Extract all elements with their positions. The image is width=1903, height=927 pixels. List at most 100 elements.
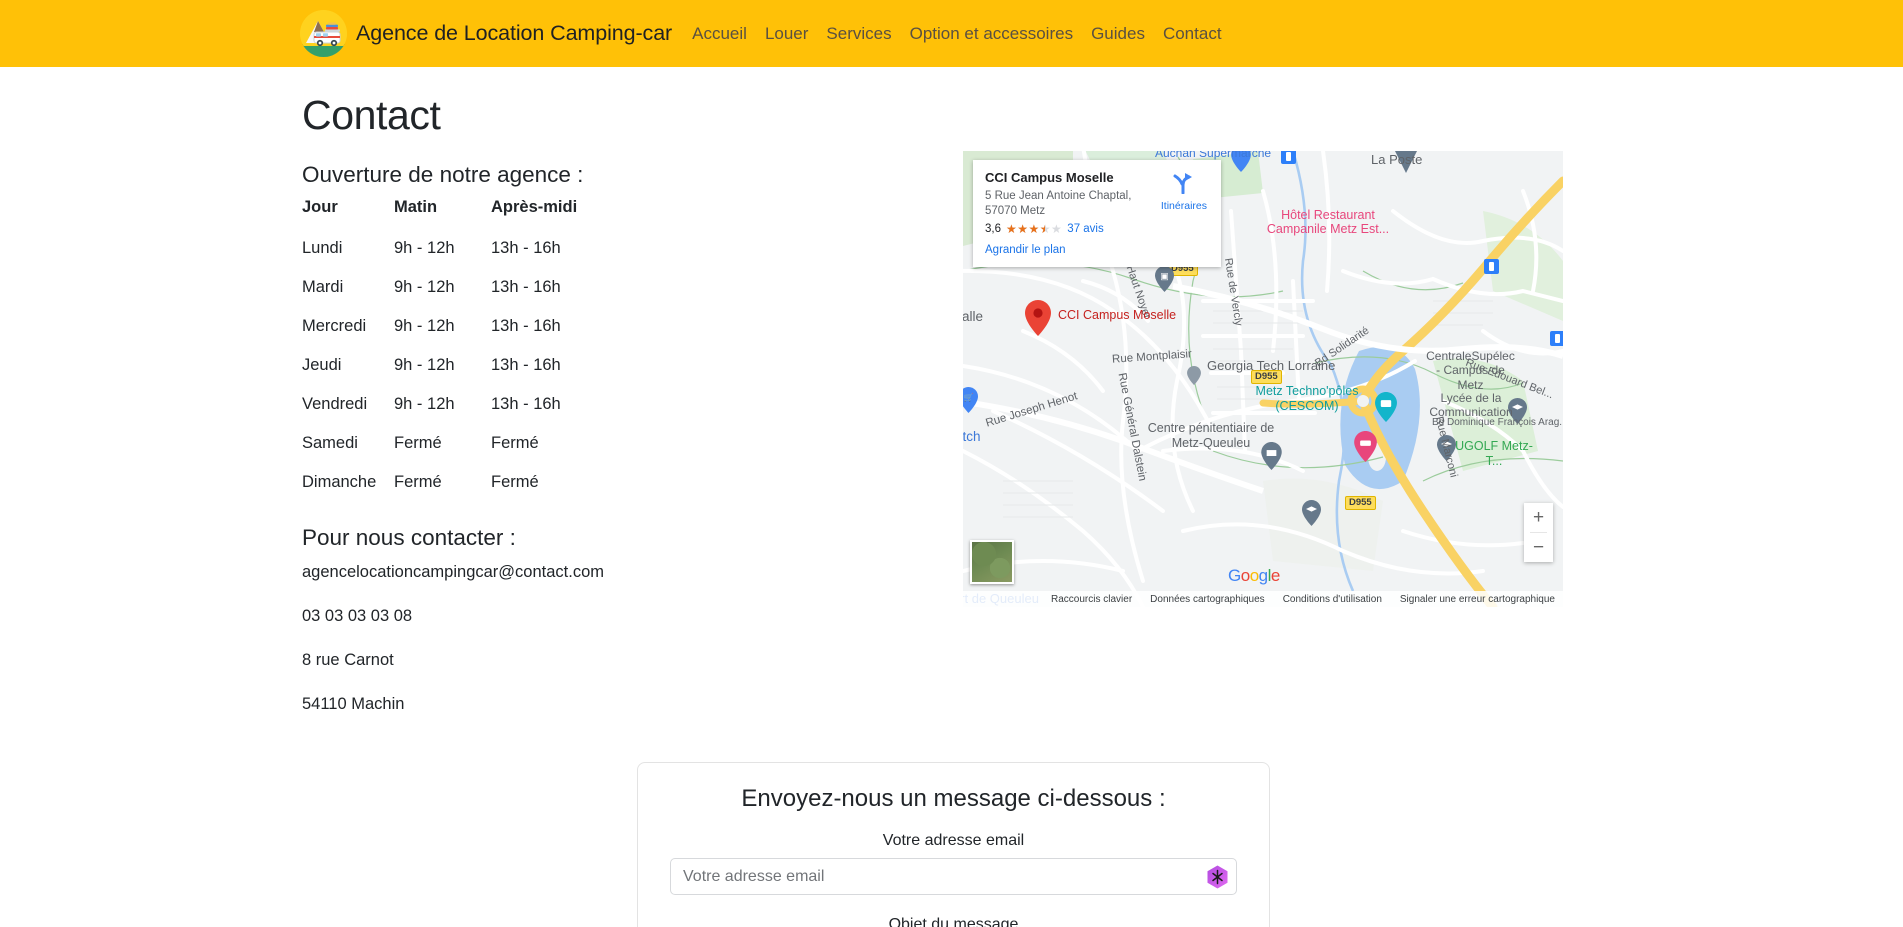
poi-pin-shopping[interactable]: ▣ <box>1155 266 1174 292</box>
form-title: Envoyez-nous un message ci-dessous : <box>741 785 1166 812</box>
nav-item-option-accessoires[interactable]: Option et accessoires <box>910 24 1073 43</box>
reviews-count-link[interactable]: 37 avis <box>1067 223 1103 235</box>
satellite-view-thumbnail[interactable] <box>970 540 1014 584</box>
google-logo-o1: o <box>1240 566 1250 585</box>
poi-pin-hotel[interactable] <box>1354 431 1377 462</box>
table-row: Dimanche Fermé Fermé <box>302 463 732 502</box>
zoom-out-button[interactable]: − <box>1524 533 1553 562</box>
table-row: Jeudi 9h - 12h 13h - 16h <box>302 346 732 385</box>
poi-pin-centre-penitentiaire[interactable] <box>1261 442 1282 470</box>
contact-heading: Pour nous contacter : <box>302 525 516 551</box>
contact-form-card: Envoyez-nous un message ci-dessous : Vot… <box>637 762 1270 927</box>
email-field-label: Votre adresse email <box>882 832 1025 849</box>
directions-arrow-icon <box>1173 173 1192 195</box>
poi-pin-lycee[interactable] <box>1508 398 1527 424</box>
google-logo: Google <box>1228 566 1280 586</box>
nav-item-accueil[interactable]: Accueil <box>692 24 747 43</box>
map-canvas[interactable]: D955 D955 D955 ▣ 🛒 Auchan Supermarché La… <box>963 151 1563 607</box>
cell-day: Mercredi <box>302 317 367 336</box>
svg-text:▣: ▣ <box>1160 271 1169 281</box>
cell-afternoon: 13h - 16h <box>491 356 561 375</box>
google-map-embed[interactable]: D955 D955 D955 ▣ 🛒 Auchan Supermarché La… <box>963 151 1563 607</box>
zoom-in-button[interactable]: + <box>1524 503 1553 532</box>
poi-pin-generic[interactable] <box>1187 366 1201 385</box>
main-navigation: Accueil Louer Services Option et accesso… <box>692 24 1221 44</box>
poi-pin-top[interactable] <box>1231 151 1251 172</box>
svg-text:🛒: 🛒 <box>964 392 974 402</box>
google-logo-e: e <box>1270 566 1280 585</box>
poi-pin-supermarket[interactable]: 🛒 <box>963 387 978 413</box>
cell-afternoon: 13h - 16h <box>491 278 561 297</box>
cell-afternoon: Fermé <box>491 434 539 453</box>
google-logo-o2: o <box>1249 566 1259 585</box>
cell-day: Samedi <box>302 434 358 453</box>
poi-pin-cescom[interactable] <box>1375 392 1397 422</box>
brand-name: Agence de Location Camping-car <box>356 21 673 45</box>
table-header-row: Jour Matin Après-midi <box>302 198 732 229</box>
cell-afternoon: Fermé <box>491 473 539 492</box>
cell-day: Lundi <box>302 239 343 258</box>
col-header-apres-midi: Après-midi <box>491 198 578 217</box>
contact-address-street: 8 rue Carnot <box>302 651 394 670</box>
expand-map-link[interactable]: Agrandir le plan <box>985 244 1209 256</box>
table-row: Mercredi 9h - 12h 13h - 16h <box>302 307 732 346</box>
col-header-matin: Matin <box>394 198 438 217</box>
cell-day: Dimanche <box>302 473 377 492</box>
cell-morning: 9h - 12h <box>394 278 455 297</box>
google-logo-g2: g <box>1258 566 1268 585</box>
terms-link[interactable]: Conditions d'utilisation <box>1283 594 1382 605</box>
highway-shield-d955: D955 <box>1345 496 1376 510</box>
cell-afternoon: 13h - 16h <box>491 239 561 258</box>
poi-pin-centralesupelec[interactable] <box>1437 435 1456 461</box>
nav-item-services[interactable]: Services <box>826 24 891 43</box>
contact-info-column: Contact Ouverture de notre agence : Jour… <box>302 91 862 739</box>
email-field-wrapper <box>670 858 1237 895</box>
cell-morning: Fermé <box>394 473 442 492</box>
site-header: Agence de Location Camping-car Accueil L… <box>0 0 1903 67</box>
poi-pin-la-poste[interactable] <box>1393 151 1419 173</box>
place-address: 5 Rue Jean Antoine Chaptal, 57070 Metz <box>985 190 1132 217</box>
directions-button[interactable]: Itinéraires <box>1161 172 1207 212</box>
camper-van-logo-icon <box>300 10 347 57</box>
nav-item-guides[interactable]: Guides <box>1091 24 1145 43</box>
col-header-jour: Jour <box>302 198 338 217</box>
cell-afternoon: 13h - 16h <box>491 317 561 336</box>
map-place-info-card: CCI Campus Moselle 5 Rue Jean Antoine Ch… <box>973 160 1221 268</box>
contact-address-city: 54110 Machin <box>302 695 405 714</box>
table-row: Samedi Fermé Fermé <box>302 424 732 463</box>
map-marker-cci-campus-moselle[interactable] <box>1025 300 1051 336</box>
cell-day: Mardi <box>302 278 344 297</box>
google-logo-g: G <box>1228 566 1241 585</box>
email-input[interactable] <box>670 858 1237 895</box>
cell-morning: 9h - 12h <box>394 317 455 336</box>
poi-pin-georgia-tech[interactable] <box>1302 500 1321 526</box>
page-title: Contact <box>302 92 441 138</box>
contact-phone: 03 03 03 03 08 <box>302 607 413 626</box>
directions-label: Itinéraires <box>1160 200 1207 212</box>
cell-afternoon: 13h - 16h <box>491 395 561 414</box>
nav-item-contact[interactable]: Contact <box>1163 24 1222 43</box>
map-zoom-controls[interactable]: + − <box>1524 503 1553 562</box>
contact-email: agencelocationcampingcar@contact.com <box>302 563 604 582</box>
cell-morning: 9h - 12h <box>394 356 455 375</box>
password-manager-hexagon-icon[interactable] <box>1207 865 1228 888</box>
map-data-link[interactable]: Données cartographiques <box>1150 594 1265 605</box>
keyboard-shortcuts-link[interactable]: Raccourcis clavier <box>1051 594 1132 605</box>
nav-item-louer[interactable]: Louer <box>765 24 808 43</box>
cell-morning: 9h - 12h <box>394 395 455 414</box>
opening-hours-table: Jour Matin Après-midi Lundi 9h - 12h 13h -… <box>302 198 732 502</box>
cell-morning: 9h - 12h <box>394 239 455 258</box>
cell-day: Jeudi <box>302 356 342 375</box>
table-row: Mardi 9h - 12h 13h - 16h <box>302 268 732 307</box>
highway-shield-d955: D955 <box>1251 370 1282 384</box>
poi-icon-transit[interactable] <box>1484 259 1499 274</box>
poi-icon-transit[interactable] <box>1281 151 1296 164</box>
map-attribution-bar: Raccourcis clavier Données cartographiqu… <box>963 591 1563 607</box>
page-content: Contact Ouverture de notre agence : Jour… <box>0 67 1903 927</box>
poi-icon-transit[interactable] <box>1550 331 1563 346</box>
report-error-link[interactable]: Signaler une erreur cartographique <box>1400 594 1555 605</box>
brand-link[interactable]: Agence de Location Camping-car <box>300 10 672 57</box>
opening-hours-heading: Ouverture de notre agence : <box>302 162 584 188</box>
cell-morning: Fermé <box>394 434 442 453</box>
rating-stars-icon: ★★★★★ ★★★★★ <box>1006 222 1063 237</box>
